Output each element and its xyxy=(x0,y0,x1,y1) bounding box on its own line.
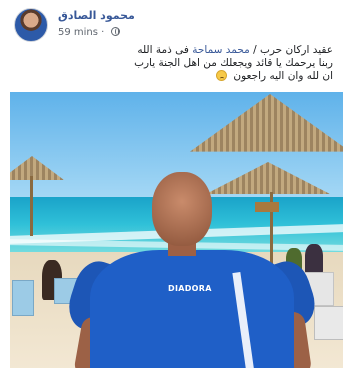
author-name[interactable]: محمود الصادق xyxy=(58,9,135,22)
post-timestamp[interactable]: 59 mins xyxy=(58,27,98,38)
shirt-brand-text: DIADORA xyxy=(168,284,212,293)
post-photo[interactable]: DIADORA xyxy=(10,92,343,368)
post-text-line-1: عقيد اركان حرب / محمد سماحة فى ذمة الله xyxy=(137,44,333,56)
man-in-photo: DIADORA xyxy=(62,172,321,368)
post-text-line-2: ربنا يرحمك يا قائد ويجعلك من اهل الجنة ي… xyxy=(134,57,333,69)
post-text-line-3: ان لله وان اليه راجعون xyxy=(33,70,333,83)
sad-face-emoji-icon xyxy=(216,70,228,81)
author-avatar[interactable] xyxy=(14,8,48,42)
post-meta: 59 mins · xyxy=(58,27,120,38)
post-header: محمود الصادق 59 mins · xyxy=(14,6,334,44)
blue-shirt xyxy=(90,250,294,368)
post-text: عقيد اركان حرب / محمد سماحة فى ذمة الله … xyxy=(33,44,333,83)
mention-link[interactable]: محمد سماحة xyxy=(192,44,250,56)
umbrella-pole xyxy=(30,176,33,236)
head xyxy=(152,172,212,246)
beach-table xyxy=(314,306,343,340)
facebook-post: محمود الصادق 59 mins · عقيد اركان حرب / … xyxy=(0,0,343,374)
beach-chair xyxy=(12,280,34,316)
globe-icon[interactable] xyxy=(110,27,120,36)
